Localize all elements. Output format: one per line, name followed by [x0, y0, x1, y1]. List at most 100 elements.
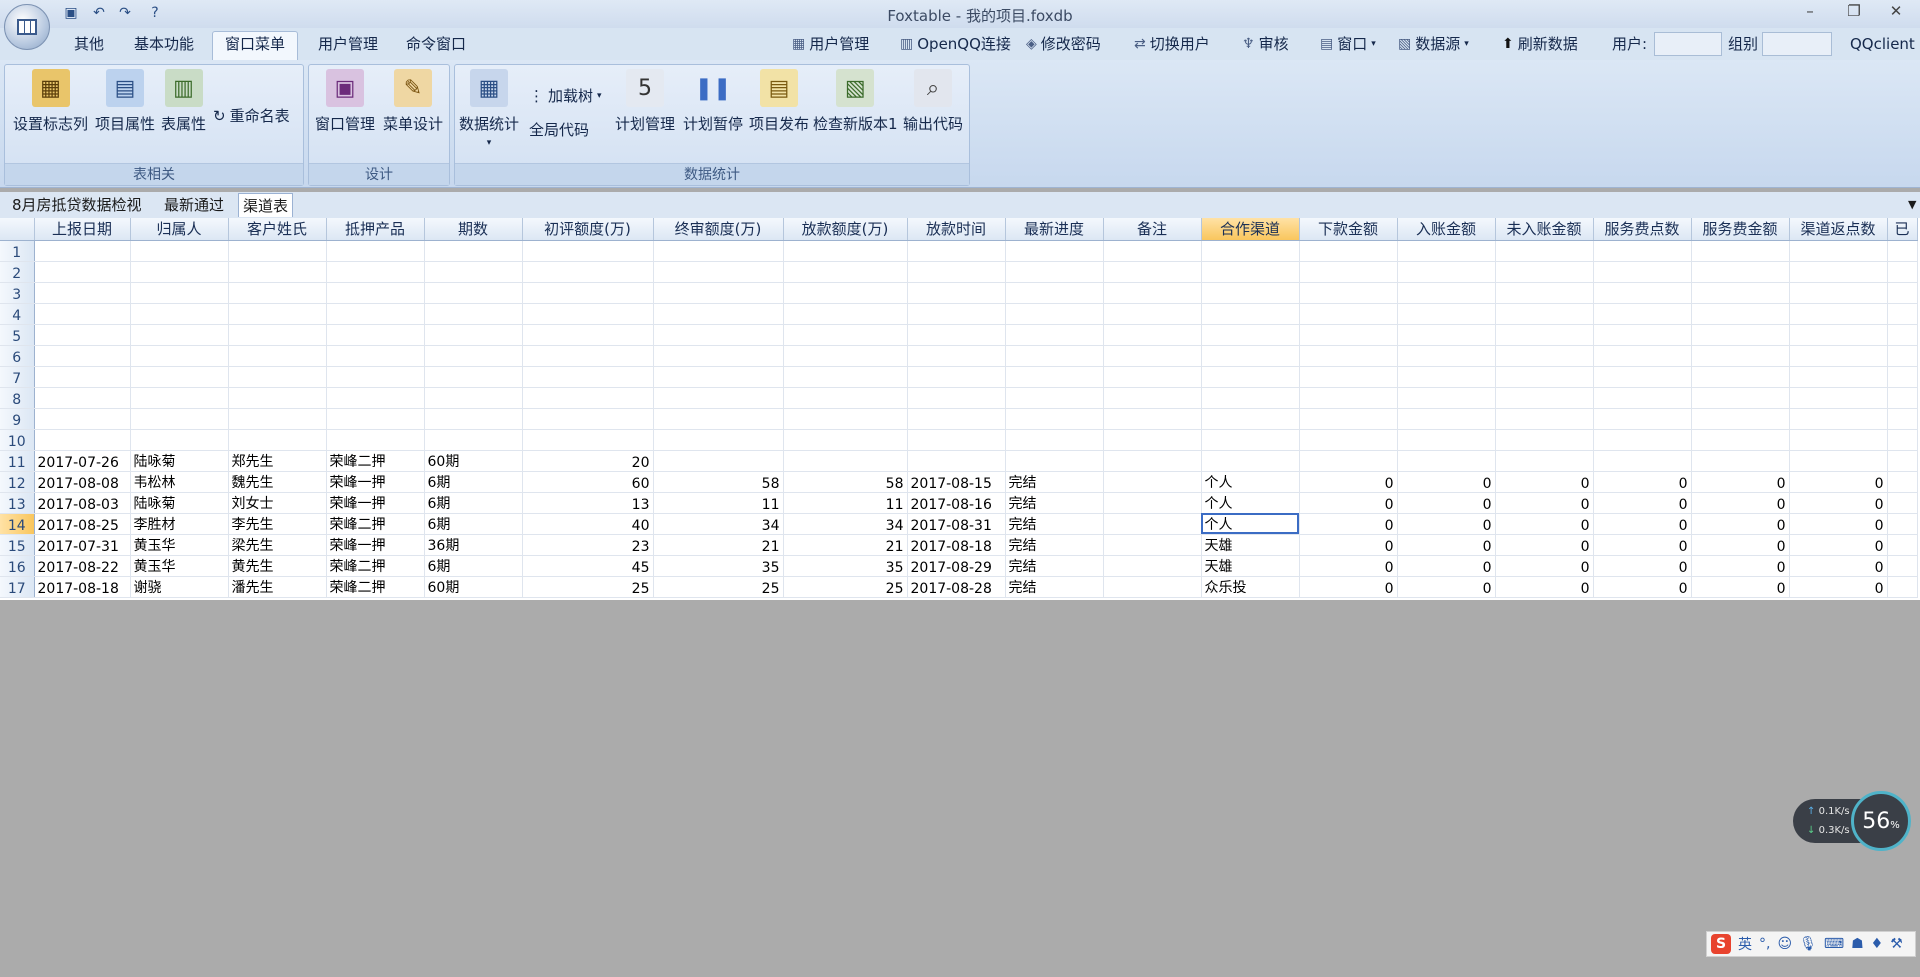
grid-cell[interactable]	[522, 429, 654, 451]
grid-cell[interactable]	[1299, 240, 1398, 262]
column-header[interactable]: 未入账金额	[1495, 218, 1594, 241]
grid-cell[interactable]	[1397, 282, 1496, 304]
grid-cell[interactable]: 2017-08-29	[907, 555, 1006, 577]
table-row[interactable]: 10	[0, 429, 1918, 451]
column-header[interactable]: 合作渠道	[1201, 218, 1300, 241]
grid-cell[interactable]	[1789, 429, 1888, 451]
grid-cell[interactable]	[653, 345, 784, 367]
grid-cell[interactable]: 李胜材	[130, 513, 229, 535]
grid-cell[interactable]	[783, 345, 908, 367]
grid-cell[interactable]: 2017-08-28	[907, 576, 1006, 598]
grid-cell[interactable]: 2017-08-08	[34, 471, 131, 493]
grid-cell[interactable]	[1593, 240, 1692, 262]
grid-cell[interactable]	[1691, 429, 1790, 451]
row-number[interactable]: 4	[0, 303, 35, 325]
grid-cell[interactable]: 13	[522, 492, 654, 514]
grid-cell[interactable]	[1789, 282, 1888, 304]
grid-cell[interactable]	[1691, 324, 1790, 346]
grid-cell[interactable]	[1103, 576, 1202, 598]
grid-cell[interactable]	[907, 408, 1006, 430]
grid-cell[interactable]	[424, 408, 523, 430]
grid-cell[interactable]	[1005, 240, 1104, 262]
grid-cell[interactable]	[653, 408, 784, 430]
grid-cell[interactable]: 0	[1397, 534, 1496, 556]
load-tree-button[interactable]: ⋮ 加载树 ▾	[529, 85, 602, 106]
table-row[interactable]: 15 2017-07-31 黄玉华 梁先生 荣峰一押 36期 23 21 21 2017-08-1…	[0, 534, 1918, 556]
grid-cell[interactable]: 58	[653, 471, 784, 493]
grid-cell[interactable]	[1887, 450, 1918, 472]
table-row[interactable]: 5	[0, 324, 1918, 346]
row-number[interactable]: 17	[0, 576, 35, 598]
memory-gauge[interactable]: 56%	[1851, 791, 1911, 851]
grid-cell[interactable]: 0	[1789, 492, 1888, 514]
row-number[interactable]: 15	[0, 534, 35, 556]
grid-cell[interactable]	[1495, 324, 1594, 346]
grid-cell[interactable]	[1005, 303, 1104, 325]
grid-cell[interactable]	[130, 324, 229, 346]
grid-cell[interactable]: 0	[1397, 471, 1496, 493]
grid-cell[interactable]	[907, 345, 1006, 367]
grid-cell[interactable]	[1397, 408, 1496, 430]
grid-cell[interactable]	[1397, 387, 1496, 409]
row-number[interactable]: 16	[0, 555, 35, 577]
grid-cell[interactable]	[522, 408, 654, 430]
grid-cell[interactable]	[522, 345, 654, 367]
grid-cell[interactable]	[653, 450, 784, 472]
grid-cell[interactable]	[1299, 261, 1398, 283]
grid-cell[interactable]: 34	[783, 513, 908, 535]
grid-cell[interactable]	[783, 324, 908, 346]
grid-cell[interactable]	[653, 240, 784, 262]
grid-cell[interactable]	[1397, 303, 1496, 325]
grid-cell[interactable]	[1299, 408, 1398, 430]
plan-management-button[interactable]: 5 计划管理	[615, 69, 675, 134]
grid-cell[interactable]	[653, 429, 784, 451]
column-header[interactable]: 抵押产品	[326, 218, 425, 241]
column-header[interactable]: 归属人	[130, 218, 229, 241]
grid-cell[interactable]: 完结	[1005, 555, 1104, 577]
grid-cell[interactable]: 完结	[1005, 471, 1104, 493]
grid-cell[interactable]: 23	[522, 534, 654, 556]
user-input[interactable]	[1654, 32, 1722, 56]
openqq-button[interactable]: ▥ OpenQQ连接	[900, 33, 1011, 55]
table-row[interactable]: 13 2017-08-03 陆咏菊 刘女士 荣峰一押 6期 13 11 11 2017-08-16…	[0, 492, 1918, 514]
grid-cell[interactable]	[783, 282, 908, 304]
grid-cell[interactable]	[1201, 324, 1300, 346]
grid-cell[interactable]: 35	[653, 555, 784, 577]
grid-cell[interactable]	[1299, 345, 1398, 367]
grid-cell[interactable]	[424, 429, 523, 451]
grid-cell[interactable]	[130, 408, 229, 430]
refresh-data-button[interactable]: ⬆ 刷新数据	[1502, 33, 1578, 55]
grid-cell[interactable]	[424, 282, 523, 304]
grid-cell[interactable]: 2017-08-16	[907, 492, 1006, 514]
grid-cell[interactable]	[1887, 576, 1918, 598]
grid-cell[interactable]	[1005, 387, 1104, 409]
grid-cell[interactable]: 60期	[424, 450, 523, 472]
grid-cell[interactable]: 2017-08-25	[34, 513, 131, 535]
grid-cell[interactable]	[424, 366, 523, 388]
grid-cell[interactable]	[1103, 408, 1202, 430]
grid-cell[interactable]: 0	[1593, 492, 1692, 514]
grid-cell[interactable]: 6期	[424, 513, 523, 535]
grid-cell[interactable]	[1495, 408, 1594, 430]
grid-cell[interactable]: 0	[1397, 513, 1496, 535]
grid-cell[interactable]	[1201, 429, 1300, 451]
grid-cell[interactable]	[1103, 429, 1202, 451]
column-header[interactable]: 备注	[1103, 218, 1202, 241]
grid-cell[interactable]	[1593, 429, 1692, 451]
grid-cell[interactable]	[424, 303, 523, 325]
punctuation-icon[interactable]: °,	[1759, 936, 1770, 952]
grid-cell[interactable]	[1299, 303, 1398, 325]
row-number[interactable]: 13	[0, 492, 35, 514]
grid-cell[interactable]: 荣峰一押	[326, 492, 425, 514]
grid-cell[interactable]: 陆咏菊	[130, 450, 229, 472]
table-row[interactable]: 4	[0, 303, 1918, 325]
close-button[interactable]: ✕	[1882, 2, 1910, 24]
grid-cell[interactable]	[783, 303, 908, 325]
grid-cell[interactable]	[1005, 345, 1104, 367]
grid-cell[interactable]: 25	[783, 576, 908, 598]
grid-cell[interactable]	[228, 408, 327, 430]
grid-cell[interactable]	[130, 345, 229, 367]
tab-basic[interactable]: 基本功能	[122, 32, 206, 58]
grid-cell[interactable]	[783, 408, 908, 430]
grid-cell[interactable]: 天雄	[1201, 534, 1300, 556]
